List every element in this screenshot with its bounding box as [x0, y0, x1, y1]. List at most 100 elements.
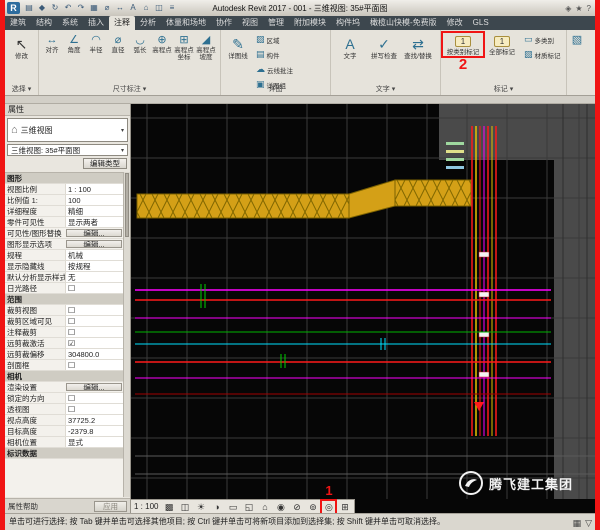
- save-icon[interactable]: ◆: [36, 2, 48, 14]
- reveal-hidden-icon[interactable]: ◎ 1: [322, 501, 335, 513]
- scrollbar-thumb[interactable]: [125, 173, 129, 237]
- panel-label-text[interactable]: 文字 ▾: [331, 84, 440, 95]
- scale-menu[interactable]: 1 : 100: [134, 502, 158, 511]
- region-button[interactable]: ▨ 区域: [256, 33, 293, 46]
- property-value[interactable]: 精细: [65, 206, 123, 216]
- arc-length-button[interactable]: ◡ 弧长: [129, 33, 151, 61]
- property-value[interactable]: 1 : 100: [65, 184, 123, 194]
- print-icon[interactable]: ▦: [88, 2, 100, 14]
- spelling-button[interactable]: ✓ 拼写检查: [367, 33, 401, 60]
- revision-cloud-button[interactable]: ☁ 云线批注: [256, 63, 293, 76]
- detail-level-icon[interactable]: ▩: [162, 501, 175, 513]
- property-value[interactable]: 100: [65, 195, 123, 205]
- angular-dimension-button[interactable]: ∠ 角度: [63, 33, 85, 61]
- property-value[interactable]: [65, 173, 123, 183]
- ribbon-tab[interactable]: GLS: [468, 16, 494, 30]
- redo-icon[interactable]: ↷: [75, 2, 87, 14]
- sync-icon[interactable]: ↻: [49, 2, 61, 14]
- diameter-dimension-button[interactable]: ⌀ 直径: [107, 33, 129, 61]
- property-value[interactable]: ☐: [65, 360, 123, 370]
- property-value[interactable]: ☐: [65, 283, 123, 293]
- panel-label-detail[interactable]: 详图: [221, 84, 330, 95]
- worksets-icon[interactable]: ▦: [573, 515, 582, 530]
- detail-line-button[interactable]: ✎ 详图线: [223, 33, 253, 60]
- property-value[interactable]: 37725.2: [65, 415, 123, 425]
- property-value[interactable]: ☑: [65, 338, 123, 348]
- edit-type-button[interactable]: 编辑类型: [83, 158, 127, 169]
- crop-visible-icon[interactable]: ◱: [242, 501, 255, 513]
- property-value[interactable]: ☐: [65, 404, 123, 414]
- ribbon-tab[interactable]: 协作: [211, 16, 237, 30]
- property-value[interactable]: 按规程: [65, 261, 123, 271]
- radial-dimension-button[interactable]: ◠ 半径: [85, 33, 107, 61]
- type-selector[interactable]: ⌂ 三维视图 ▾: [7, 118, 128, 142]
- material-tag-button[interactable]: ▧ 材质标记: [524, 48, 561, 61]
- visual-style-icon[interactable]: ◫: [178, 501, 191, 513]
- palette-scrollbar[interactable]: [123, 172, 130, 497]
- worksharing-icon[interactable]: ⊚: [306, 501, 319, 513]
- communication-center-icon[interactable]: ◈: [565, 4, 571, 13]
- favorites-icon[interactable]: ★: [575, 4, 582, 13]
- app-menu-button[interactable]: R: [7, 2, 20, 14]
- ribbon-tab[interactable]: 橄榄山快模-免费版: [365, 16, 442, 30]
- ribbon-tab[interactable]: 系统: [57, 16, 83, 30]
- help-icon[interactable]: ?: [587, 4, 591, 13]
- property-value[interactable]: [65, 294, 123, 304]
- shadows-icon[interactable]: ◑: [210, 501, 223, 513]
- section-icon[interactable]: ◫: [153, 2, 165, 14]
- 3d-view-icon[interactable]: ⌂: [140, 2, 152, 14]
- spot-slope-button[interactable]: ◢ 高程点 坡度: [195, 33, 217, 61]
- ribbon-tab[interactable]: 体量和场地: [161, 16, 211, 30]
- apply-button[interactable]: 应用: [94, 501, 127, 512]
- property-value[interactable]: -2379.8: [65, 426, 123, 436]
- text-icon[interactable]: A: [127, 2, 139, 14]
- instance-selector[interactable]: 三维视图: 35#平面图 ▾: [7, 144, 128, 156]
- open-icon[interactable]: ▤: [23, 2, 35, 14]
- panel-label-tag[interactable]: 标记 ▾: [441, 84, 566, 95]
- tag-by-category-button[interactable]: 1 按类别标记 2: [443, 33, 483, 56]
- sun-path-icon[interactable]: ☀: [194, 501, 207, 513]
- ribbon-tab[interactable]: 建筑: [5, 16, 31, 30]
- color-fill-button[interactable]: ▧: [569, 33, 585, 47]
- lock-3d-icon[interactable]: ⌂: [258, 501, 271, 513]
- spot-elevation-button[interactable]: ⊕ 高程点: [151, 33, 173, 61]
- component-button[interactable]: ▤ 构件: [256, 48, 293, 61]
- drawing-area[interactable]: 1 : 100 ▩◫☀◑▭◱⌂◉⊘⊚ ◎ 1 ⊞ 腾飞建工集团: [131, 104, 595, 513]
- property-value[interactable]: 无: [65, 272, 123, 282]
- thin-lines-icon[interactable]: ≡: [166, 2, 178, 14]
- constraints-icon[interactable]: ⊞: [338, 501, 351, 513]
- property-value[interactable]: [65, 448, 123, 458]
- ribbon-tab[interactable]: 构件坞: [331, 16, 365, 30]
- property-value[interactable]: ☐: [65, 393, 123, 403]
- modify-button[interactable]: ↖ 修改: [7, 33, 36, 60]
- property-value[interactable]: 编辑...: [66, 240, 122, 248]
- multi-category-tag-button[interactable]: ▭ 多类别: [524, 33, 561, 46]
- ribbon-tab[interactable]: 管理: [263, 16, 289, 30]
- property-value[interactable]: 编辑...: [66, 229, 122, 237]
- property-value[interactable]: 显示两者: [65, 217, 123, 227]
- panel-label-select[interactable]: 选择 ▾: [5, 84, 38, 95]
- ribbon-tab[interactable]: 附加模块: [289, 16, 331, 30]
- ribbon-tab[interactable]: 修改: [442, 16, 468, 30]
- property-value[interactable]: 编辑...: [66, 383, 122, 391]
- ribbon-tab[interactable]: 注释: [109, 16, 135, 30]
- ribbon-tab[interactable]: 视图: [237, 16, 263, 30]
- analysis-icon[interactable]: ⊘: [290, 501, 303, 513]
- crop-view-icon[interactable]: ▭: [226, 501, 239, 513]
- property-value[interactable]: 304800.0: [65, 349, 123, 359]
- properties-help-link[interactable]: 属性帮助: [8, 501, 38, 512]
- ribbon-tab[interactable]: 结构: [31, 16, 57, 30]
- property-value[interactable]: ☐: [65, 316, 123, 326]
- property-value[interactable]: 机械: [65, 250, 123, 260]
- ribbon-tab[interactable]: 分析: [135, 16, 161, 30]
- filter-icon[interactable]: ▽: [585, 515, 592, 530]
- property-value[interactable]: ☐: [65, 305, 123, 315]
- tag-all-button[interactable]: 1 全部标记: [483, 33, 521, 56]
- undo-icon[interactable]: ↶: [62, 2, 74, 14]
- temp-hide-icon[interactable]: ◉: [274, 501, 287, 513]
- ribbon-tab[interactable]: 插入: [83, 16, 109, 30]
- property-value[interactable]: 显式: [65, 437, 123, 447]
- property-value[interactable]: [65, 371, 123, 381]
- text-button[interactable]: A 文字: [333, 33, 367, 60]
- property-value[interactable]: ☐: [65, 327, 123, 337]
